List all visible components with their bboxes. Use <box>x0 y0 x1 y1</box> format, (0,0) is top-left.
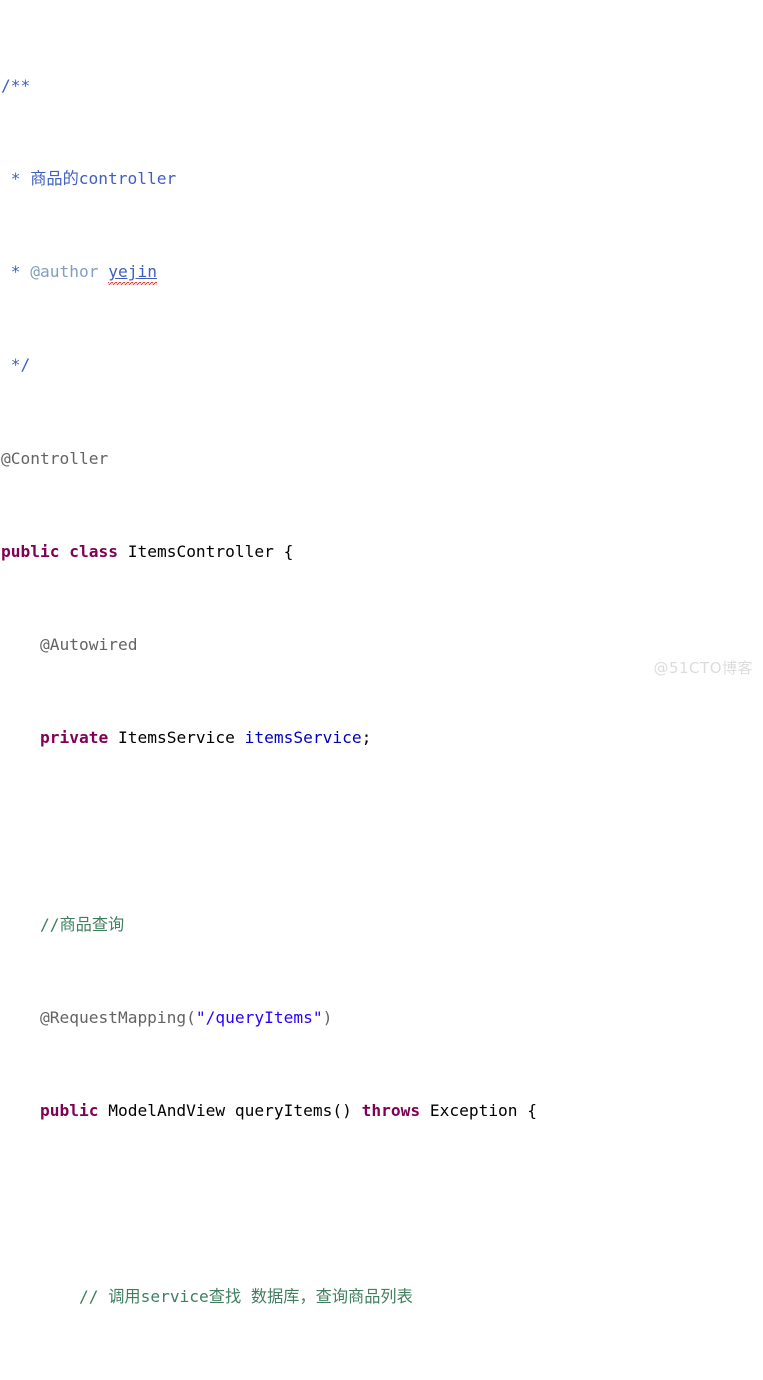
keyword-throws: throws <box>361 1100 421 1120</box>
comment-call-service: // 调用service查找 数据库，查询商品列表 <box>1 1287 413 1307</box>
code-line-14: // 调用service查找 数据库，查询商品列表 <box>1 1285 763 1308</box>
code-line-7: @Autowired <box>1 633 763 656</box>
code-editor-surface[interactable]: /** * 商品的controller * @author yejin */ @… <box>0 0 763 1306</box>
javadoc-description: 商品的controller <box>30 169 177 189</box>
javadoc-star: * <box>1 262 31 282</box>
javadoc-space <box>98 262 108 281</box>
semicolon: ; <box>361 728 372 748</box>
annotation-requestmapping: @RequestMapping( <box>1 1007 196 1027</box>
code-line-2: * 商品的controller <box>1 167 763 190</box>
source-code-block[interactable]: /** * 商品的controller * @author yejin */ @… <box>0 4 763 1380</box>
field-itemsservice: itemsService <box>244 728 362 748</box>
code-line-12: public ModelAndView queryItems() throws … <box>1 1099 763 1122</box>
class-declaration-name: ItemsController { <box>117 541 294 561</box>
method-signature-queryitems: ModelAndView queryItems() <box>98 1100 362 1120</box>
code-line-4: */ <box>1 353 763 376</box>
javadoc-author-tag: @author <box>30 262 99 282</box>
code-line-11: @RequestMapping("/queryItems") <box>1 1006 763 1029</box>
code-line-8: private ItemsService itemsService; <box>1 726 763 749</box>
annotation-close-paren: ) <box>322 1007 333 1027</box>
code-line-3: * @author yejin <box>1 260 763 285</box>
keyword-private: private <box>39 728 109 748</box>
annotation-autowired: @Autowired <box>1 635 138 655</box>
javadoc-close: */ <box>1 355 31 375</box>
type-itemsservice: ItemsService <box>108 728 245 748</box>
keyword-class: class <box>69 541 118 561</box>
javadoc-star: * <box>1 169 31 189</box>
keyword-public: public <box>1 541 60 561</box>
comment-query-item: //商品查询 <box>1 914 125 934</box>
code-line-9-blank <box>1 819 763 842</box>
string-query-items-path: "/queryItems" <box>195 1007 323 1027</box>
code-line-13-blank <box>1 1192 763 1215</box>
javadoc-open: /** <box>1 75 31 95</box>
exception-type: Exception { <box>420 1100 538 1120</box>
code-line-5: @Controller <box>1 447 763 470</box>
keyword-public: public <box>39 1100 99 1120</box>
code-line-15: List<ItemsCustom> itemsList = itemsServi… <box>1 1379 763 1380</box>
code-line-10: //商品查询 <box>1 913 763 936</box>
annotation-controller: @Controller <box>1 448 109 468</box>
watermark: @51CTO博客 <box>653 659 753 677</box>
code-line-6: public class ItemsController { <box>1 540 763 563</box>
code-line-1: /** <box>1 74 763 97</box>
javadoc-author-name: yejin <box>108 260 157 285</box>
